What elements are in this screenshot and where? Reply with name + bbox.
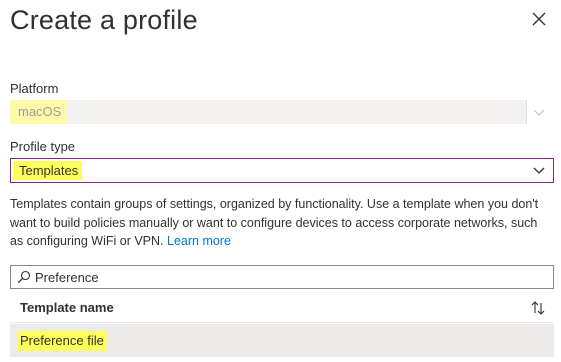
platform-value: macOS [10, 100, 68, 124]
profile-type-dropdown[interactable]: Templates [10, 158, 554, 183]
profile-type-label: Profile type [10, 139, 76, 154]
profile-type-description: Templates contain groups of settings, or… [10, 195, 550, 251]
platform-dropdown-toggle [526, 100, 554, 124]
platform-label: Platform [10, 81, 59, 96]
chevron-down-icon [533, 167, 545, 174]
sort-icon[interactable] [530, 300, 546, 316]
search-icon [17, 270, 31, 284]
search-input[interactable] [35, 266, 535, 288]
chevron-down-icon [533, 109, 545, 116]
close-button[interactable] [530, 10, 548, 28]
profile-type-value: Templates [13, 161, 83, 180]
description-text: Templates contain groups of settings, or… [10, 197, 539, 248]
learn-more-link[interactable]: Learn more [167, 234, 231, 248]
platform-dropdown: macOS [10, 100, 554, 124]
table-row[interactable]: Preference file [10, 324, 554, 357]
close-icon [532, 12, 546, 26]
template-name-cell: Preference file [18, 331, 107, 351]
column-header-template-name[interactable]: Template name [20, 293, 114, 323]
table-header: Template name [10, 293, 554, 323]
page-title: Create a profile [10, 5, 198, 35]
search-box[interactable] [10, 265, 554, 289]
